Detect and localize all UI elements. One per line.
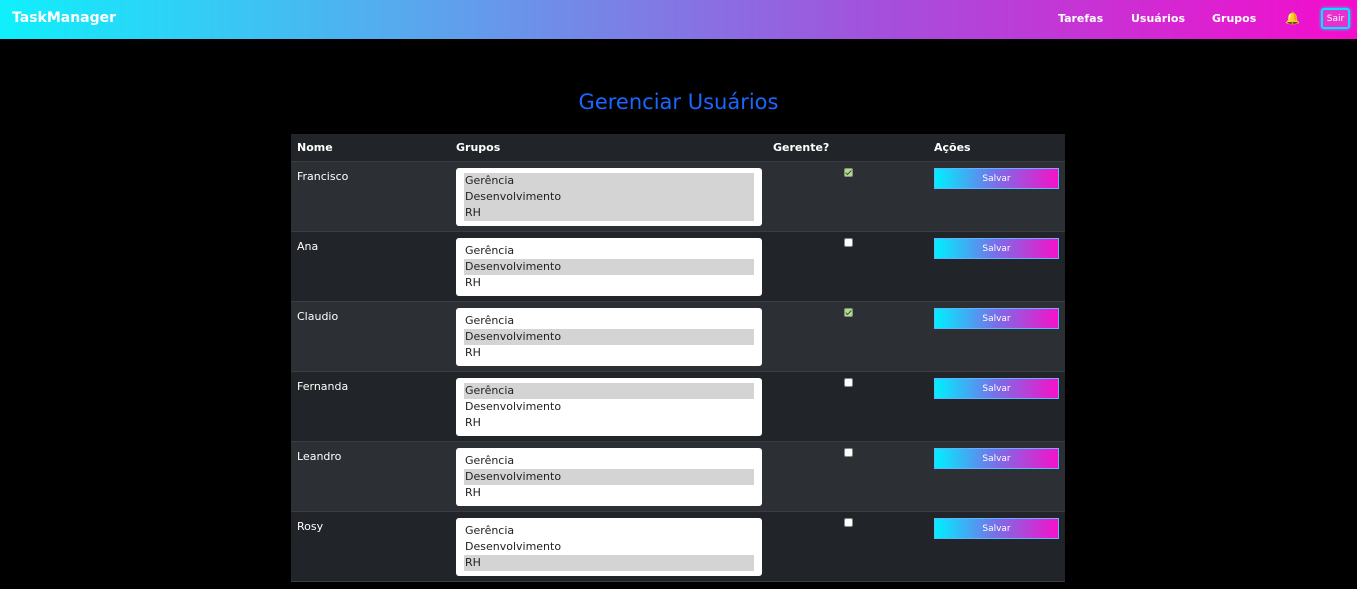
save-button[interactable]: Salvar [934, 378, 1059, 399]
manager-checkbox[interactable] [844, 238, 853, 247]
table-row: Francisco Gerência Desenvolvimento RH Salvar [291, 162, 1065, 232]
nav-link-usuarios[interactable]: Usuários [1131, 12, 1185, 25]
table-body: Francisco Gerência Desenvolvimento RH Salvar… [291, 162, 1065, 582]
group-option[interactable]: Desenvolvimento [464, 539, 754, 555]
groups-multiselect[interactable]: Gerência Desenvolvimento RH [456, 378, 762, 436]
save-button[interactable]: Salvar [934, 518, 1059, 539]
table-row: Leandro Gerência Desenvolvimento RH Salvar [291, 442, 1065, 512]
group-option[interactable]: RH [464, 415, 754, 431]
groups-multiselect[interactable]: Gerência Desenvolvimento RH [456, 448, 762, 506]
user-name: Claudio [297, 310, 339, 323]
users-table: Nome Grupos Gerente? Ações Francisco Gerê… [291, 134, 1065, 582]
group-option[interactable]: Gerência [464, 453, 754, 469]
header-groups: Grupos [456, 141, 501, 154]
table-row: Ana Gerência Desenvolvimento RH Salvar [291, 232, 1065, 302]
nav-link-tarefas[interactable]: Tarefas [1058, 12, 1103, 25]
navbar: TaskManager Tarefas Usuários Grupos 🔔 Sa… [0, 0, 1357, 39]
user-name: Leandro [297, 450, 342, 463]
save-button[interactable]: Salvar [934, 308, 1059, 329]
user-name: Francisco [297, 170, 349, 183]
manager-checkbox[interactable] [844, 168, 853, 177]
nav-link-grupos[interactable]: Grupos [1212, 12, 1256, 25]
header-manager: Gerente? [773, 141, 830, 154]
group-option[interactable]: Gerência [464, 173, 754, 189]
group-option[interactable]: Desenvolvimento [464, 329, 754, 345]
group-option[interactable]: RH [464, 555, 754, 571]
manager-checkbox[interactable] [844, 308, 853, 317]
group-option[interactable]: RH [464, 485, 754, 501]
group-option[interactable]: RH [464, 345, 754, 361]
user-name: Ana [297, 240, 319, 253]
group-option[interactable]: Gerência [464, 523, 754, 539]
group-option[interactable]: Gerência [464, 313, 754, 329]
user-name: Fernanda [297, 380, 349, 393]
group-option[interactable]: RH [464, 205, 754, 221]
groups-multiselect[interactable]: Gerência Desenvolvimento RH [456, 308, 762, 366]
manager-checkbox[interactable] [844, 378, 853, 387]
table-row: Rosy Gerência Desenvolvimento RH Salvar [291, 512, 1065, 582]
group-option[interactable]: Gerência [464, 243, 754, 259]
save-button[interactable]: Salvar [934, 448, 1059, 469]
group-option[interactable]: Desenvolvimento [464, 399, 754, 415]
save-button[interactable]: Salvar [934, 168, 1059, 189]
brand-logo[interactable]: TaskManager [12, 10, 116, 26]
bell-icon[interactable]: 🔔 [1285, 11, 1300, 25]
page-title: Gerenciar Usuários [578, 90, 779, 114]
group-option[interactable]: Gerência [464, 383, 754, 399]
group-option[interactable]: RH [464, 275, 754, 291]
groups-multiselect[interactable]: Gerência Desenvolvimento RH [456, 168, 762, 226]
manager-checkbox[interactable] [844, 448, 853, 457]
manager-checkbox[interactable] [844, 518, 853, 527]
group-option[interactable]: Desenvolvimento [464, 469, 754, 485]
groups-multiselect[interactable]: Gerência Desenvolvimento RH [456, 238, 762, 296]
save-button[interactable]: Salvar [934, 238, 1059, 259]
logout-button[interactable]: Sair [1321, 8, 1350, 29]
group-option[interactable]: Desenvolvimento [464, 259, 754, 275]
groups-multiselect[interactable]: Gerência Desenvolvimento RH [456, 518, 762, 576]
group-option[interactable]: Desenvolvimento [464, 189, 754, 205]
table-row: Claudio Gerência Desenvolvimento RH Salvar [291, 302, 1065, 372]
user-name: Rosy [297, 520, 324, 533]
table-header: Nome Grupos Gerente? Ações [291, 134, 1065, 162]
table-row: Fernanda Gerência Desenvolvimento RH Salvar [291, 372, 1065, 442]
header-actions: Ações [934, 141, 971, 154]
header-name: Nome [297, 141, 333, 154]
